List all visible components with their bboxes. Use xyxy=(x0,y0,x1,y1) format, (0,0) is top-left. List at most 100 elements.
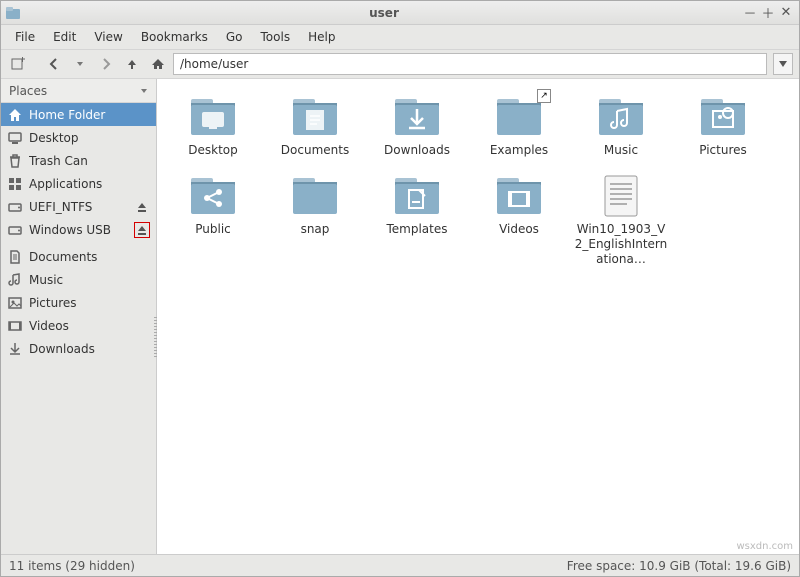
sidebar-item-home-folder[interactable]: Home Folder xyxy=(1,103,156,126)
sidebar-item-label: Downloads xyxy=(29,342,150,356)
sidebar-item-desktop[interactable]: Desktop xyxy=(1,126,156,149)
sidebar-list: Home Folder Desktop Trash Can Applications U… xyxy=(1,103,156,554)
file-item[interactable]: Desktop xyxy=(163,89,263,162)
sidebar-item-music[interactable]: Music xyxy=(1,268,156,291)
sidebar-item-label: Home Folder xyxy=(29,108,150,122)
desktop-icon xyxy=(7,130,23,146)
file-label: Downloads xyxy=(384,143,450,158)
titlebar: user － ＋ ✕ xyxy=(1,1,799,25)
file-label: Videos xyxy=(499,222,539,237)
file-label: Win10_1903_V2_EnglishInternationa… xyxy=(573,222,669,267)
file-label: Music xyxy=(604,143,638,158)
sidebar-header-label: Places xyxy=(9,84,47,98)
forward-button[interactable] xyxy=(95,53,117,75)
menu-edit[interactable]: Edit xyxy=(45,27,84,47)
drive-icon xyxy=(7,222,23,238)
folder-icon xyxy=(185,93,241,139)
download-icon xyxy=(7,341,23,357)
file-label: Examples xyxy=(490,143,548,158)
file-label: Desktop xyxy=(188,143,238,158)
file-item[interactable]: Public xyxy=(163,168,263,271)
menu-help[interactable]: Help xyxy=(300,27,343,47)
sidebar-item-label: Trash Can xyxy=(29,154,150,168)
sidebar-item-label: Documents xyxy=(29,250,150,264)
chevron-down-icon xyxy=(140,87,148,95)
file-item[interactable]: Templates xyxy=(367,168,467,271)
file-manager-window: user － ＋ ✕ FileEditViewBookmarksGoToolsH… xyxy=(0,0,800,577)
path-input[interactable] xyxy=(173,53,767,75)
go-button[interactable] xyxy=(773,53,793,75)
folder-icon xyxy=(287,172,343,218)
apps-icon xyxy=(7,176,23,192)
sidebar-item-downloads[interactable]: Downloads xyxy=(1,337,156,360)
file-label: Templates xyxy=(386,222,447,237)
status-left: 11 items (29 hidden) xyxy=(9,559,135,573)
file-item[interactable]: Music xyxy=(571,89,671,162)
folder-icon xyxy=(389,172,445,218)
file-label: Documents xyxy=(281,143,349,158)
symlink-badge: ↗ xyxy=(537,89,551,103)
sidebar-header[interactable]: Places xyxy=(1,79,156,103)
sidebar-item-label: Music xyxy=(29,273,150,287)
sidebar-item-label: Applications xyxy=(29,177,150,191)
minimize-button[interactable]: － xyxy=(741,4,759,22)
folder-icon xyxy=(491,172,547,218)
window-title: user xyxy=(27,6,741,20)
close-button[interactable]: ✕ xyxy=(777,4,795,22)
sidebar: Places Home Folder Desktop Trash Can Applic… xyxy=(1,79,157,554)
file-item[interactable]: Downloads xyxy=(367,89,467,162)
menu-tools[interactable]: Tools xyxy=(253,27,299,47)
back-button[interactable] xyxy=(43,53,65,75)
file-item[interactable]: Win10_1903_V2_EnglishInternationa… xyxy=(571,168,671,271)
doc-icon xyxy=(7,249,23,265)
up-button[interactable] xyxy=(121,53,143,75)
folder-icon xyxy=(593,93,649,139)
menubar: FileEditViewBookmarksGoToolsHelp xyxy=(1,25,799,49)
file-label: Public xyxy=(195,222,231,237)
music-icon xyxy=(7,272,23,288)
watermark: wsxdn.com xyxy=(736,541,793,552)
new-tab-button[interactable] xyxy=(7,53,29,75)
menu-view[interactable]: View xyxy=(86,27,130,47)
sidebar-item-applications[interactable]: Applications xyxy=(1,172,156,195)
icon-grid: Desktop Documents Downloads ↗ Examples Mu… xyxy=(163,89,793,271)
file-view[interactable]: Desktop Documents Downloads ↗ Examples Mu… xyxy=(157,79,799,554)
sidebar-item-label: Desktop xyxy=(29,131,150,145)
menu-bookmarks[interactable]: Bookmarks xyxy=(133,27,216,47)
file-label: Pictures xyxy=(699,143,747,158)
file-item[interactable]: Documents xyxy=(265,89,365,162)
statusbar: 11 items (29 hidden) Free space: 10.9 Gi… xyxy=(1,554,799,576)
file-icon xyxy=(593,172,649,218)
file-item[interactable]: Pictures xyxy=(673,89,773,162)
eject-button[interactable] xyxy=(134,222,150,238)
file-item[interactable]: snap xyxy=(265,168,365,271)
sidebar-item-label: Videos xyxy=(29,319,150,333)
menu-file[interactable]: File xyxy=(7,27,43,47)
history-dropdown[interactable] xyxy=(69,53,91,75)
toolbar xyxy=(1,49,799,79)
folder-icon xyxy=(185,172,241,218)
sidebar-item-windows-usb[interactable]: Windows USB xyxy=(1,218,156,241)
sidebar-item-videos[interactable]: Videos xyxy=(1,314,156,337)
sidebar-item-label: Windows USB xyxy=(29,223,128,237)
pic-icon xyxy=(7,295,23,311)
folder-icon xyxy=(695,93,751,139)
sidebar-item-trash-can[interactable]: Trash Can xyxy=(1,149,156,172)
home-icon xyxy=(7,107,23,123)
maximize-button[interactable]: ＋ xyxy=(759,4,777,22)
file-label: snap xyxy=(301,222,330,237)
sidebar-item-uefi-ntfs[interactable]: UEFI_NTFS xyxy=(1,195,156,218)
status-right: Free space: 10.9 GiB (Total: 19.6 GiB) xyxy=(567,559,791,573)
home-button[interactable] xyxy=(147,53,169,75)
folder-icon: ↗ xyxy=(491,93,547,139)
sidebar-item-documents[interactable]: Documents xyxy=(1,245,156,268)
eject-button[interactable] xyxy=(134,199,150,215)
file-item[interactable]: ↗ Examples xyxy=(469,89,569,162)
app-icon xyxy=(5,5,21,21)
menu-go[interactable]: Go xyxy=(218,27,251,47)
sidebar-item-pictures[interactable]: Pictures xyxy=(1,291,156,314)
trash-icon xyxy=(7,153,23,169)
drive-icon xyxy=(7,199,23,215)
sidebar-item-label: Pictures xyxy=(29,296,150,310)
file-item[interactable]: Videos xyxy=(469,168,569,271)
